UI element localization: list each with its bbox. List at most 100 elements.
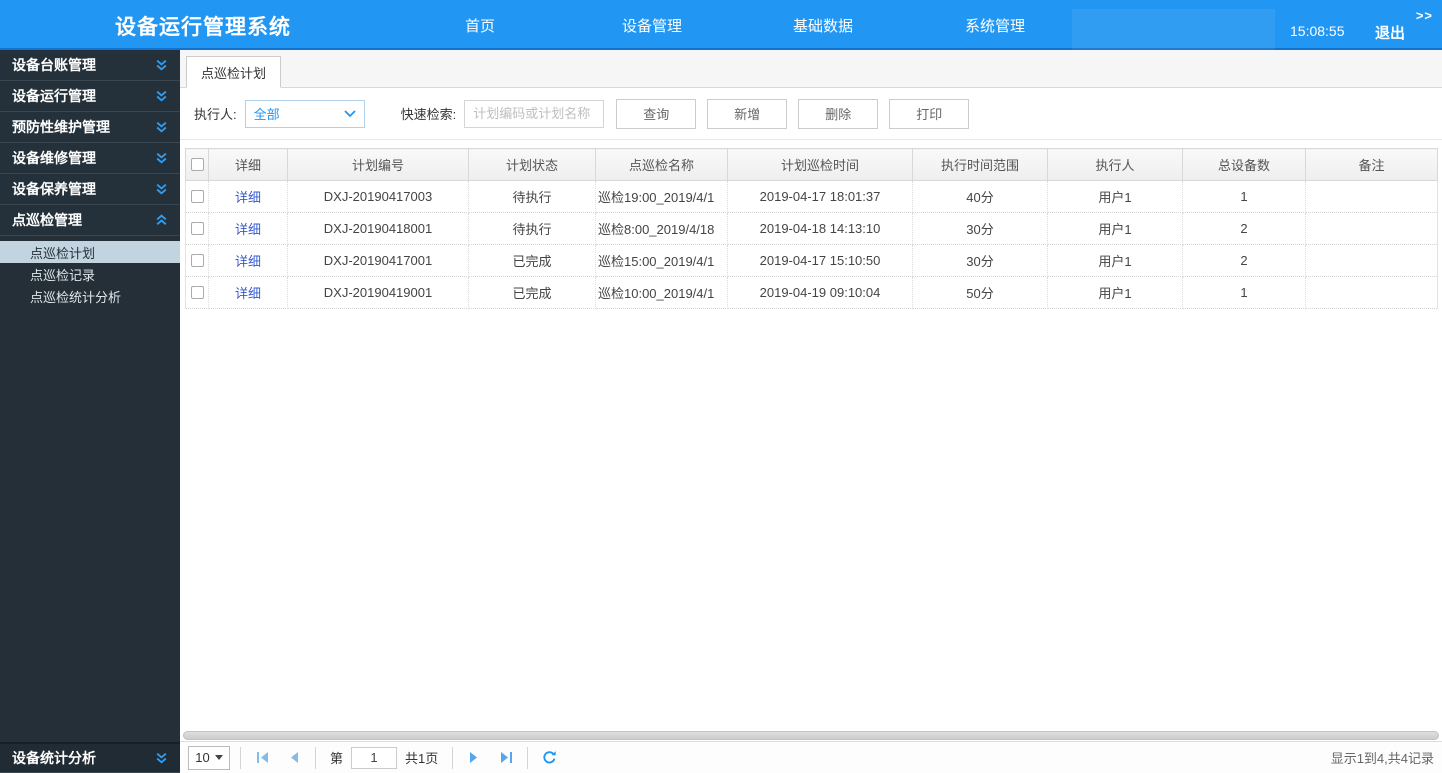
table-row: 详细 DXJ-20190417001 已完成 巡检15:00_2019/4/1 … [185,244,1438,277]
col-header-status: 计划状态 [468,148,596,181]
cell-status: 已完成 [468,244,596,277]
quick-search-label: 快速检索: [400,107,457,122]
sidebar-item-inspection-stats[interactable]: 点巡检统计分析 [0,285,180,307]
tab-inspection-plan[interactable]: 点巡检计划 [186,56,282,88]
row-checkbox[interactable] [190,254,204,267]
filter-bar: 执行人: 全部 快速检索: 查询 新增 删除 打印 [180,88,1442,140]
total-pages-label: 共1页 [405,751,439,766]
cell-plan-no: DXJ-20190418001 [287,212,469,245]
table-area: 详细 计划编号 计划状态 点巡检名称 计划巡检时间 执行时间范围 执行人 总设备… [180,140,1442,731]
cell-devices: 1 [1182,276,1306,309]
cell-checkbox [185,212,209,245]
sidebar-item-device-stats[interactable]: 设备统计分析 [0,742,180,773]
last-page-button[interactable] [495,747,517,769]
cell-name: 巡检8:00_2019/4/18 [595,212,728,245]
sidebar-item-repair[interactable]: 设备维修管理 [0,143,180,174]
cell-range: 40分 [912,180,1048,213]
logout-button[interactable]: 退出 [1375,22,1405,43]
sidebar-item-preventive[interactable]: 预防性维护管理 [0,112,180,143]
detail-link[interactable]: 详细 [235,254,261,269]
detail-link[interactable]: 详细 [235,190,261,205]
cell-remark [1305,180,1438,213]
main-content: 点巡检计划 执行人: 全部 快速检索: 查询 新增 删除 打印 详细 [180,50,1442,773]
cell-detail: 详细 [208,244,288,277]
col-header-name: 点巡检名称 [595,148,728,181]
chevron-double-down-icon [156,752,167,764]
cell-plan-no: DXJ-20190419001 [287,276,469,309]
detail-link[interactable]: 详细 [235,222,261,237]
first-page-button[interactable] [251,747,273,769]
scrollbar-thumb[interactable] [183,731,1439,740]
col-header-range: 执行时间范围 [912,148,1048,181]
cell-name: 巡检19:00_2019/4/1 [595,180,728,213]
select-all-checkbox[interactable] [190,158,204,171]
header-row: 详细 计划编号 计划状态 点巡检名称 计划巡检时间 执行时间范围 执行人 总设备… [185,148,1438,181]
cell-executor: 用户1 [1047,212,1183,245]
select-all-header [185,148,209,181]
cell-name: 巡检10:00_2019/4/1 [595,276,728,309]
executor-label: 执行人: [194,107,237,122]
cell-checkbox [185,244,209,277]
tab-bar: 点巡检计划 [180,50,1442,88]
next-page-button[interactable] [463,747,485,769]
chevron-double-down-icon [156,121,167,133]
cell-range: 30分 [912,244,1048,277]
cell-plan-no: DXJ-20190417001 [287,244,469,277]
sidebar-item-inspection-record[interactable]: 点巡检记录 [0,263,180,285]
cell-status: 已完成 [468,276,596,309]
add-button[interactable]: 新增 [707,98,788,129]
divider [452,746,454,769]
nav-item-home[interactable]: 首页 [465,15,495,36]
sidebar-item-maintenance[interactable]: 设备保养管理 [0,174,180,205]
refresh-button[interactable] [538,747,560,769]
print-button[interactable]: 打印 [889,98,970,129]
caret-down-icon [214,755,223,760]
row-checkbox[interactable] [190,222,204,235]
cell-detail: 详细 [208,180,288,213]
last-page-icon [500,752,512,763]
horizontal-scrollbar[interactable] [180,731,1442,741]
table-row: 详细 DXJ-20190417003 待执行 巡检19:00_2019/4/1 … [185,180,1438,213]
col-header-executor: 执行人 [1047,148,1183,181]
cell-time: 2019-04-18 14:13:10 [727,212,913,245]
cell-remark [1305,276,1438,309]
next-page-icon [470,752,478,763]
executor-select[interactable]: 全部 [244,99,365,128]
page-input[interactable] [351,746,398,769]
row-checkbox[interactable] [190,286,204,299]
record-summary: 显示1到4,共4记录 [1330,751,1434,766]
nav-item-basedata[interactable]: 基础数据 [793,15,853,36]
refresh-icon [543,751,556,764]
quick-search-input[interactable] [464,99,605,128]
expand-arrows-icon[interactable]: >> [1416,8,1433,23]
sidebar-item-inspection[interactable]: 点巡检管理 [0,205,180,236]
cell-devices: 2 [1182,244,1306,277]
sidebar-item-ledger[interactable]: 设备台账管理 [0,50,180,81]
row-checkbox[interactable] [190,190,204,203]
cell-time: 2019-04-19 09:10:04 [727,276,913,309]
delete-button[interactable]: 删除 [798,98,879,129]
page-size-select[interactable]: 10 [188,745,230,770]
query-button[interactable]: 查询 [616,98,697,129]
cell-remark [1305,212,1438,245]
sidebar-item-inspection-plan[interactable]: 点巡检计划 [0,241,180,263]
divider [240,746,241,769]
prev-page-icon [291,752,298,763]
nav-item-equipment[interactable]: 设备管理 [622,15,682,36]
cell-executor: 用户1 [1047,180,1183,213]
clock-text: 15:08:55 [1290,23,1345,39]
chevron-double-down-icon [156,152,167,164]
cell-range: 30分 [912,212,1048,245]
inspection-plan-table: 详细 计划编号 计划状态 点巡检名称 计划巡检时间 执行时间范围 执行人 总设备… [185,148,1438,309]
chevron-down-icon [343,109,356,117]
top-navbar: 设备运行管理系统 首页 设备管理 基础数据 系统管理 15:08:55 退出 >… [0,0,1442,50]
chevron-double-down-icon [156,183,167,195]
prev-page-button[interactable] [283,747,305,769]
cell-devices: 2 [1182,212,1306,245]
cell-name: 巡检15:00_2019/4/1 [595,244,728,277]
nav-item-system[interactable]: 系统管理 [965,15,1025,36]
detail-link[interactable]: 详细 [235,286,261,301]
table-row: 详细 DXJ-20190418001 待执行 巡检8:00_2019/4/18 … [185,212,1438,245]
divider [315,746,316,769]
sidebar-item-operation[interactable]: 设备运行管理 [0,81,180,112]
